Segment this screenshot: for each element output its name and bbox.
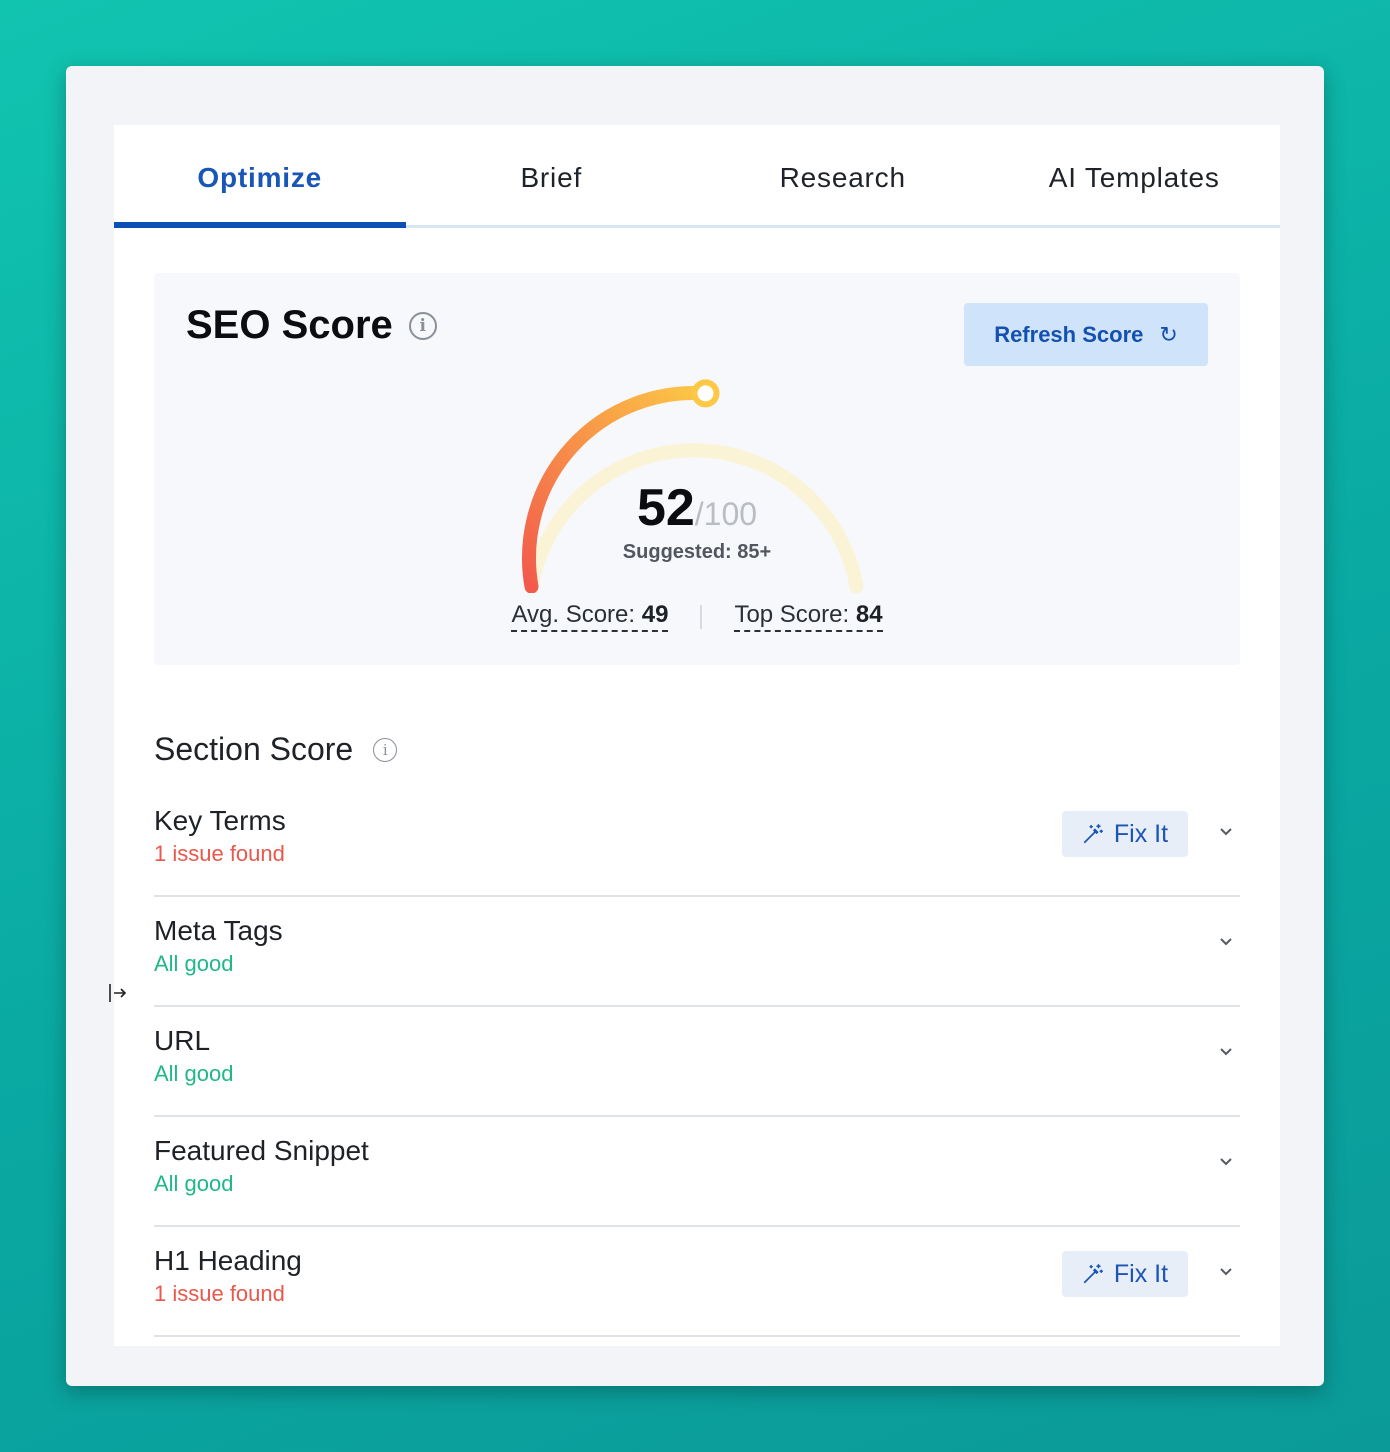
tab-research[interactable]: Research — [697, 125, 989, 225]
chevron-down-icon[interactable] — [1218, 933, 1234, 949]
section-name: H1 Heading — [154, 1245, 302, 1276]
section-name: Key Terms — [154, 805, 286, 836]
refresh-score-label: Refresh Score — [994, 321, 1144, 347]
section-status: 1 issue found — [154, 841, 285, 866]
tab-bar: Optimize Brief Research AI Templates — [114, 125, 1280, 228]
magic-wand-icon — [1083, 1264, 1103, 1284]
seo-score-card: SEO Score i Refresh Score ↻ 52/100 Sugge… — [154, 273, 1240, 665]
section-status: All good — [154, 951, 234, 976]
chevron-down-icon[interactable] — [1218, 1263, 1234, 1279]
section-score-heading: Section Score i — [154, 731, 398, 768]
section-list: Key Terms 1 issue found Fix It Meta Tags… — [154, 787, 1240, 1337]
top-score-label: Top Score: — [734, 601, 850, 628]
chevron-down-icon[interactable] — [1218, 1043, 1234, 1059]
fix-it-label: Fix It — [1113, 1259, 1169, 1288]
score-display: 52/100 — [154, 478, 1240, 538]
section-status: All good — [154, 1171, 234, 1196]
section-row-h1-heading[interactable]: H1 Heading 1 issue found Fix It — [154, 1227, 1240, 1337]
fix-it-label: Fix It — [1113, 819, 1169, 848]
section-row-key-terms[interactable]: Key Terms 1 issue found Fix It — [154, 787, 1240, 897]
tab-ai-templates[interactable]: AI Templates — [989, 125, 1281, 225]
section-score-title: Section Score — [154, 731, 354, 767]
info-icon[interactable]: i — [373, 737, 398, 762]
section-row-url[interactable]: URL All good — [154, 1007, 1240, 1117]
score-stats: Avg. Score: 49 Top Score: 84 — [154, 601, 1240, 632]
fix-it-button[interactable]: Fix It — [1062, 1251, 1188, 1297]
tab-optimize[interactable]: Optimize — [114, 125, 406, 228]
section-name: URL — [154, 1025, 211, 1056]
seo-score-heading: SEO Score i — [186, 303, 437, 348]
suggested-score: Suggested: 85+ — [622, 541, 772, 563]
top-score-value: 84 — [855, 601, 883, 628]
magic-wand-icon — [1083, 824, 1103, 844]
avg-score-label: Avg. Score: — [511, 601, 636, 628]
section-row-featured-snippet[interactable]: Featured Snippet All good — [154, 1117, 1240, 1227]
resize-cursor-icon — [109, 984, 127, 1002]
section-row-meta-tags[interactable]: Meta Tags All good — [154, 897, 1240, 1007]
refresh-score-button[interactable]: Refresh Score ↻ — [964, 303, 1208, 366]
fix-it-button[interactable]: Fix It — [1062, 811, 1188, 857]
tab-brief[interactable]: Brief — [406, 125, 698, 225]
seo-score-title: SEO Score — [186, 303, 393, 347]
gauge-knob — [691, 379, 720, 408]
top-score[interactable]: Top Score: 84 — [734, 601, 883, 632]
section-name: Meta Tags — [154, 915, 283, 946]
window-frame: Optimize Brief Research AI Templates SEO… — [66, 66, 1324, 1386]
score-value: 52 — [636, 479, 695, 537]
avg-score[interactable]: Avg. Score: 49 — [511, 601, 669, 632]
section-name: Featured Snippet — [154, 1135, 369, 1166]
chevron-down-icon[interactable] — [1218, 1153, 1234, 1169]
optimize-panel: Optimize Brief Research AI Templates SEO… — [114, 125, 1280, 1346]
section-status: All good — [154, 1061, 234, 1086]
stat-divider — [700, 604, 703, 629]
section-status: 1 issue found — [154, 1281, 285, 1306]
refresh-icon: ↻ — [1159, 321, 1178, 347]
score-total: /100 — [694, 496, 758, 532]
info-icon[interactable]: i — [408, 311, 437, 340]
avg-score-value: 49 — [641, 601, 669, 628]
chevron-down-icon[interactable] — [1218, 823, 1234, 839]
